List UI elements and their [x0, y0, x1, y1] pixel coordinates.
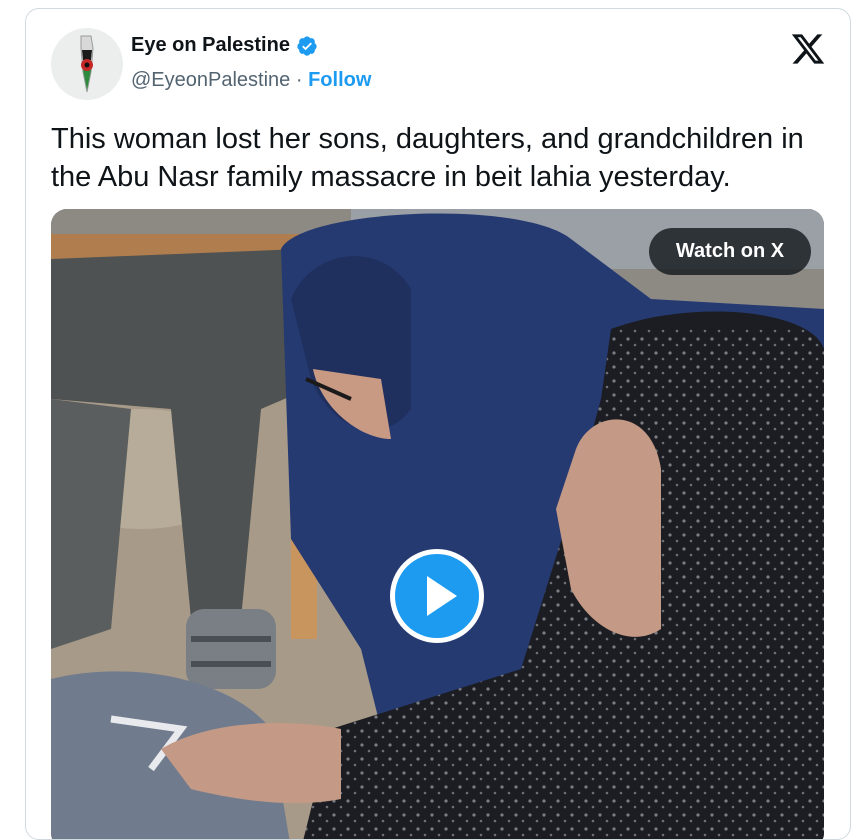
watch-on-x-button[interactable]: Watch on X: [649, 228, 811, 275]
eye-logo-image: [51, 28, 123, 100]
author-name-row: Eye on Palestine: [131, 34, 318, 57]
author-handle-row: @EyeonPalestine · Follow: [131, 69, 371, 92]
video-player[interactable]: Watch on X: [51, 209, 824, 839]
video-thumbnail: [51, 209, 824, 839]
handle-separator: ·: [295, 69, 309, 91]
author-handle[interactable]: @EyeonPalestine: [131, 69, 290, 91]
verified-badge-icon: [297, 35, 317, 56]
play-icon[interactable]: [387, 546, 487, 646]
tweet-text: This woman lost her sons, daughters, and…: [51, 123, 804, 193]
author-name[interactable]: Eye on Palestine: [131, 34, 290, 57]
x-logo-icon[interactable]: [790, 31, 826, 67]
tweet-embed-card[interactable]: Eye on Palestine @EyeonPalestine · Follo…: [25, 8, 851, 840]
author-avatar[interactable]: [51, 28, 123, 100]
follow-button[interactable]: Follow: [308, 69, 371, 91]
